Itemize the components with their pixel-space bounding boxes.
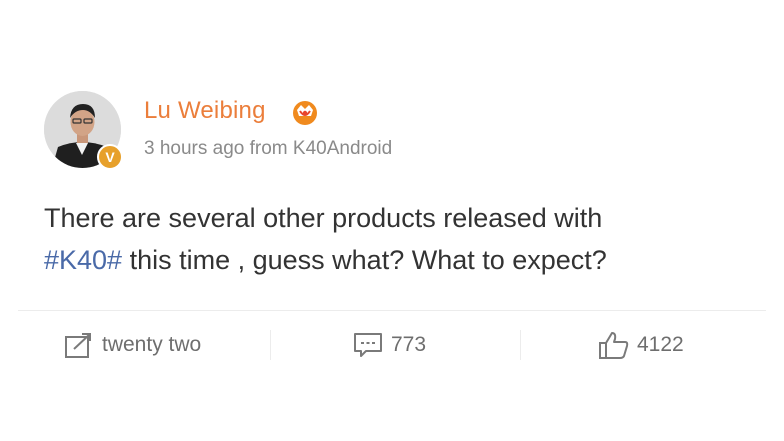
action-separator [270, 330, 271, 360]
like-count: 4122 [637, 333, 684, 356]
action-separator [520, 330, 521, 360]
like-icon [599, 332, 629, 359]
repost-count: twenty two [102, 333, 202, 356]
comment-count: 773 [391, 333, 427, 356]
verified-badge-icon: V [97, 144, 123, 170]
post-meta: 3 hours ago from K40Android [144, 138, 393, 159]
author-name[interactable]: Lu Weibing [144, 97, 266, 125]
comment-icon [354, 333, 382, 357]
like-button[interactable]: 4122 [597, 329, 684, 361]
repost-button[interactable]: twenty two [64, 329, 201, 361]
divider [18, 310, 766, 311]
repost-icon [65, 333, 91, 358]
comment-button[interactable]: 773 [353, 329, 426, 361]
weibo-post: V Lu Weibing 3 hours ago from K40Android… [0, 0, 784, 441]
post-content: There are several other products release… [44, 197, 754, 281]
hashtag-link[interactable]: #K40# [44, 245, 122, 275]
content-line-1: There are several other products release… [44, 203, 603, 233]
content-line-2-text: this time , guess what? What to expect? [122, 245, 607, 275]
content-line-2: #K40# this time , guess what? What to ex… [44, 239, 754, 281]
vip-crown-icon[interactable] [290, 97, 320, 127]
